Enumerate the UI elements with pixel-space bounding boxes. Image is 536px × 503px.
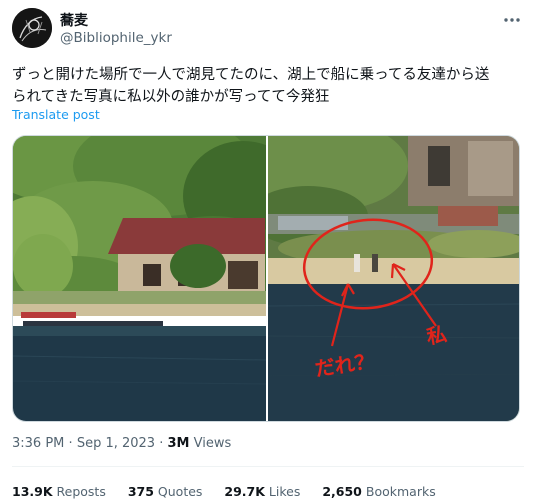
bookmarks-stat[interactable]: 2,650 Bookmarks [322,484,435,499]
avatar-drawing-icon [12,8,52,48]
meta-separator: · [68,436,73,451]
avatar[interactable] [12,8,52,48]
likes-label: Likes [268,484,301,499]
post-meta: 3:36 PM · Sep 1, 2023 · 3M Views [12,436,231,451]
photo-lake-house[interactable] [13,136,266,421]
post-header: 蕎麦 @Bibliophile_ykr [0,0,536,56]
meta-separator: · [159,436,164,451]
quotes-label: Quotes [157,484,203,499]
display-name[interactable]: 蕎麦 [60,10,88,30]
engagement-stats: 13.9K Reposts 375 Quotes 29.7K Likes 2,6… [12,484,454,499]
reposts-stat[interactable]: 13.9K Reposts [12,484,106,499]
reposts-count: 13.9K [12,484,53,499]
reposts-label: Reposts [56,484,106,499]
views-count: 3M [167,436,190,451]
likes-count: 29.7K [224,484,265,499]
quotes-stat[interactable]: 375 Quotes [128,484,203,499]
bookmarks-count: 2,650 [322,484,362,499]
divider [12,466,524,467]
post-time[interactable]: 3:36 PM [12,436,64,451]
media-grid: だれ？ 私 [12,135,520,422]
annotation-me-label: 私 [425,322,449,349]
post-date[interactable]: Sep 1, 2023 [77,436,155,451]
user-handle[interactable]: @Bibliophile_ykr [60,30,172,46]
photo-zoomed-annotated[interactable]: だれ？ 私 [268,136,519,421]
bookmarks-label: Bookmarks [365,484,436,499]
translate-post-link[interactable]: Translate post [12,107,100,122]
more-dots-icon[interactable] [502,10,522,30]
quotes-count: 375 [127,484,154,499]
post-text: ずっと開けた場所で一人で湖見てたのに、湖上で船に乗ってる友達から送 られてきた写… [12,67,490,105]
views-label: Views [193,436,232,451]
likes-stat[interactable]: 29.7K Likes [224,484,300,499]
